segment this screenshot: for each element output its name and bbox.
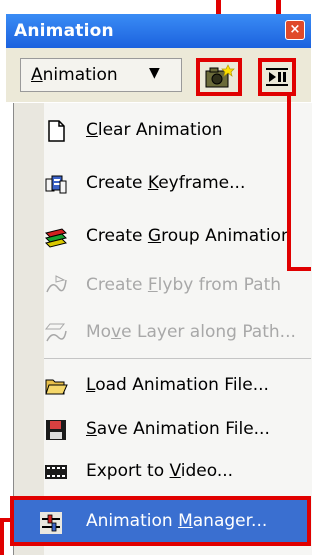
menu-item-label: Export to Video... (86, 461, 234, 481)
close-icon: × (289, 22, 301, 37)
camera-keyframe-button[interactable] (196, 58, 242, 96)
menu-separator (44, 358, 311, 359)
menu-item-animation-manager[interactable]: Animation Manager... (10, 496, 311, 546)
chevron-down-icon: ▼ (149, 65, 160, 81)
film-strip-icon (45, 465, 67, 479)
menu-item-move-layer-along-path[interactable]: Move Layer along Path... (36, 313, 311, 353)
menu-item-load-animation-file[interactable]: Load Animation File... (36, 366, 311, 406)
menu-item-create-flyby[interactable]: Create Flyby from Path (36, 266, 311, 306)
move-layer-path-icon (44, 323, 67, 342)
play-pause-icon (266, 68, 288, 86)
callout-line-left-vertical (0, 518, 4, 555)
callout-line-right-horizontal (287, 267, 311, 271)
menu-item-clear-animation[interactable]: Clear Animation (36, 111, 311, 151)
save-disk-icon (46, 420, 66, 440)
menu-item-label: Create Keyframe... (86, 173, 246, 193)
animation-manager-icon (40, 512, 62, 534)
menu-item-label: Create Group Animation (86, 226, 292, 246)
animation-dropdown-button[interactable]: Animation ▼ (20, 58, 182, 92)
camera-keyframe-icon (205, 64, 235, 88)
close-button[interactable]: × (285, 20, 305, 40)
play-pause-button[interactable] (258, 58, 296, 96)
callout-line-right-vertical (287, 96, 291, 271)
menu-item-export-to-video[interactable]: Export to Video... (36, 452, 311, 492)
callout-line-left-horizontal (0, 518, 12, 522)
menu-item-label: Load Animation File... (86, 375, 269, 395)
menu-item-create-group-animation[interactable]: Create Group Animation (36, 217, 311, 257)
window-title-bar[interactable]: Animation (6, 14, 311, 48)
menu-item-save-animation-file[interactable]: Save Animation File... (36, 410, 311, 450)
menu-item-label: Create Flyby from Path (86, 275, 282, 295)
create-keyframe-icon (45, 175, 67, 194)
menu-item-label: Save Animation File... (86, 419, 270, 439)
group-animation-icon (45, 228, 67, 248)
window-title: Animation (14, 21, 114, 41)
flyby-path-icon (46, 275, 67, 293)
menu-item-label: Animation Manager... (86, 511, 268, 531)
animation-dropdown-label: Animation (31, 65, 118, 85)
clear-page-icon (48, 120, 65, 142)
menu-item-label: Clear Animation (86, 120, 223, 140)
menu-item-create-keyframe[interactable]: Create Keyframe... (36, 164, 311, 204)
folder-open-icon (45, 379, 68, 395)
menu-item-label: Move Layer along Path... (86, 322, 296, 342)
